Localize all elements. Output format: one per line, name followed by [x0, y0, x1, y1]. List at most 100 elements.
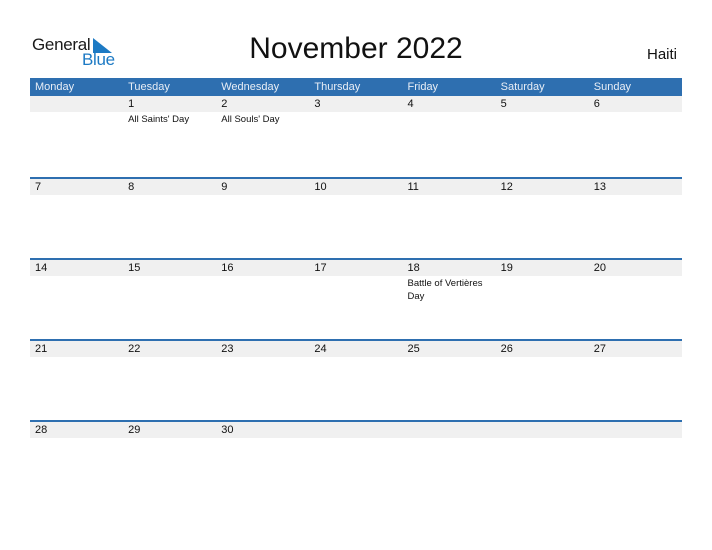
day-number: 26	[500, 343, 513, 355]
weekday-tuesday: Tuesday	[128, 81, 170, 93]
page-title: November 2022	[249, 32, 463, 65]
day-number: 6	[593, 98, 600, 110]
holiday-label	[314, 276, 399, 277]
holiday-label	[35, 357, 120, 358]
day-number: 13	[593, 181, 606, 193]
holiday-label	[128, 276, 213, 277]
day-cell: 24	[309, 341, 402, 358]
weekday-wednesday: Wednesday	[221, 81, 280, 93]
day-cell: 16	[216, 260, 309, 303]
holiday-label	[594, 276, 679, 277]
day-number	[408, 422, 496, 438]
holiday-label: Battle of Vertières Day	[407, 278, 483, 302]
holiday-label	[35, 112, 120, 113]
day-number: 4	[407, 98, 414, 110]
day-cell: 19	[496, 260, 589, 303]
holiday-label	[35, 195, 120, 196]
day-cell: 25	[403, 341, 496, 358]
holiday-label: All Saints' Day	[128, 114, 190, 125]
holiday-label	[501, 276, 586, 277]
weekday-friday: Friday	[407, 81, 439, 93]
holiday-label	[501, 195, 586, 196]
day-cell: 6	[589, 96, 682, 126]
day-cell: 28	[30, 422, 123, 439]
day-number: 19	[500, 262, 513, 274]
day-cell	[403, 422, 496, 439]
day-number: 23	[221, 343, 234, 355]
week-row: 1 All Saints' Day 2 All Souls' Day 3 4 5 6	[30, 96, 682, 177]
day-cell	[309, 422, 402, 439]
day-number: 22	[128, 343, 141, 355]
holiday-label	[594, 438, 679, 439]
holiday-label	[408, 357, 493, 358]
holiday-label	[408, 195, 493, 196]
week-row: 28 29 30	[30, 420, 682, 503]
day-cell: 3	[309, 96, 402, 126]
holiday-label	[314, 438, 399, 439]
holiday-label	[501, 438, 586, 439]
day-cell: 5	[496, 96, 589, 126]
weekday-saturday: Saturday	[500, 81, 545, 93]
day-number: 25	[407, 343, 420, 355]
day-number: 9	[221, 181, 228, 193]
holiday-label	[594, 112, 679, 113]
weekday-thursday: Thursday	[314, 81, 361, 93]
day-number	[501, 422, 589, 438]
holiday-label	[128, 438, 213, 439]
holiday-label	[594, 195, 679, 196]
holiday-label	[408, 112, 493, 113]
day-cell	[30, 96, 123, 126]
weekday-sunday: Sunday	[593, 81, 632, 93]
day-cell: 2 All Souls' Day	[216, 96, 309, 126]
day-number: 14	[35, 262, 48, 274]
day-number: 20	[593, 262, 606, 274]
day-number: 12	[500, 181, 513, 193]
day-number: 18	[407, 262, 420, 274]
holiday-label	[128, 195, 213, 196]
day-cell: 10	[309, 179, 402, 196]
day-cell: 4	[403, 96, 496, 126]
day-number: 2	[221, 98, 228, 110]
weekday-monday: Monday	[35, 81, 75, 93]
holiday-label	[408, 438, 493, 439]
day-cell: 15	[123, 260, 216, 303]
day-number: 21	[35, 343, 48, 355]
holiday-label	[221, 195, 306, 196]
day-number: 24	[314, 343, 327, 355]
day-cell: 13	[589, 179, 682, 196]
day-cell: 7	[30, 179, 123, 196]
holiday-label	[314, 357, 399, 358]
day-cell	[589, 422, 682, 439]
day-cell: 12	[496, 179, 589, 196]
holiday-label	[35, 438, 120, 439]
day-number: 15	[128, 262, 141, 274]
day-cell	[496, 422, 589, 439]
day-cell: 29	[123, 422, 216, 439]
day-cell: 1 All Saints' Day	[123, 96, 216, 126]
day-number: 5	[500, 98, 507, 110]
day-cell: 20	[589, 260, 682, 303]
day-number: 16	[221, 262, 234, 274]
holiday-label	[594, 357, 679, 358]
day-cell: 22	[123, 341, 216, 358]
day-number: 11	[407, 181, 419, 193]
day-cell: 18 Battle of Vertières Day	[403, 260, 496, 303]
day-cell: 14	[30, 260, 123, 303]
day-number: 28	[35, 424, 48, 436]
holiday-label	[501, 112, 586, 113]
day-number: 27	[593, 343, 606, 355]
day-cell: 30	[216, 422, 309, 439]
day-number	[594, 422, 682, 438]
day-cell: 9	[216, 179, 309, 196]
holiday-label: All Souls' Day	[221, 114, 280, 125]
holiday-label	[35, 276, 120, 277]
day-cell: 21	[30, 341, 123, 358]
holiday-label	[314, 195, 399, 196]
day-cell: 26	[496, 341, 589, 358]
day-number: 17	[314, 262, 327, 274]
day-number: 29	[128, 424, 141, 436]
day-number: 3	[314, 98, 321, 110]
day-number: 30	[221, 424, 234, 436]
holiday-label	[501, 357, 586, 358]
holiday-label	[221, 357, 306, 358]
